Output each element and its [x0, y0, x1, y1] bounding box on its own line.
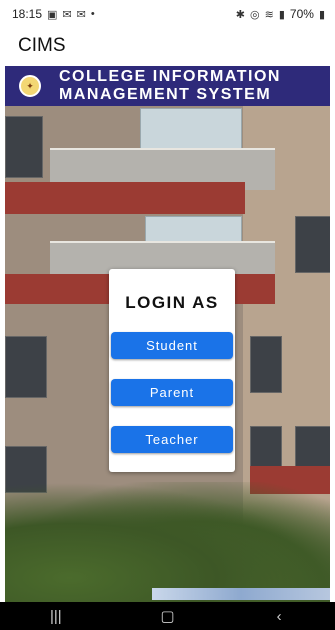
- footer-banner: [152, 588, 330, 600]
- battery-icon: ▮: [318, 8, 325, 21]
- home-icon[interactable]: ▢: [137, 607, 197, 625]
- trees: [5, 482, 330, 602]
- college-title-line1: COLLEGE INFORMATION: [59, 68, 281, 85]
- system-nav-bar: ||| ▢ ‹: [0, 602, 335, 630]
- college-title: COLLEGE INFORMATION MANAGEMENT SYSTEM: [59, 68, 281, 104]
- parent-button[interactable]: Parent: [111, 379, 233, 406]
- window: [250, 336, 282, 393]
- status-right: ✱ ◎ ≋ ▮ 70% ▮: [236, 7, 325, 21]
- student-button[interactable]: Student: [111, 332, 233, 359]
- login-heading: LOGIN AS: [125, 293, 219, 312]
- college-logo-icon: ✦: [19, 75, 41, 97]
- window: [5, 116, 43, 178]
- window: [295, 216, 330, 273]
- teacher-button[interactable]: Teacher: [111, 426, 233, 453]
- dot-icon: •: [90, 8, 95, 20]
- college-title-banner: ✦ COLLEGE INFORMATION MANAGEMENT SYSTEM: [5, 66, 330, 106]
- red-band: [5, 182, 245, 214]
- glass-window: [140, 108, 242, 150]
- mail-icon: ✉: [62, 8, 72, 21]
- window: [5, 336, 47, 398]
- image-icon: ▣: [47, 8, 58, 21]
- recents-icon[interactable]: |||: [26, 608, 86, 625]
- status-bar: 18:15 ▣ ✉ ✉ • ✱ ◎ ≋ ▮ 70% ▮: [0, 0, 335, 28]
- back-icon[interactable]: ‹: [249, 608, 309, 625]
- bluetooth-icon: ✱: [235, 8, 246, 21]
- app-bar: CIMS: [0, 28, 335, 64]
- status-time: 18:15: [12, 7, 43, 21]
- status-left: 18:15 ▣ ✉ ✉ •: [12, 7, 95, 21]
- college-title-line2: MANAGEMENT SYSTEM: [59, 86, 272, 103]
- mail-icon: ✉: [76, 8, 86, 21]
- app-title: CIMS: [18, 35, 66, 56]
- login-card: LOGIN AS Student Parent Teacher: [109, 269, 235, 472]
- wifi-icon: ≋: [264, 8, 274, 21]
- battery-percent: 70%: [289, 7, 314, 21]
- hotspot-icon: ◎: [250, 8, 260, 21]
- signal-icon: ▮: [278, 8, 285, 21]
